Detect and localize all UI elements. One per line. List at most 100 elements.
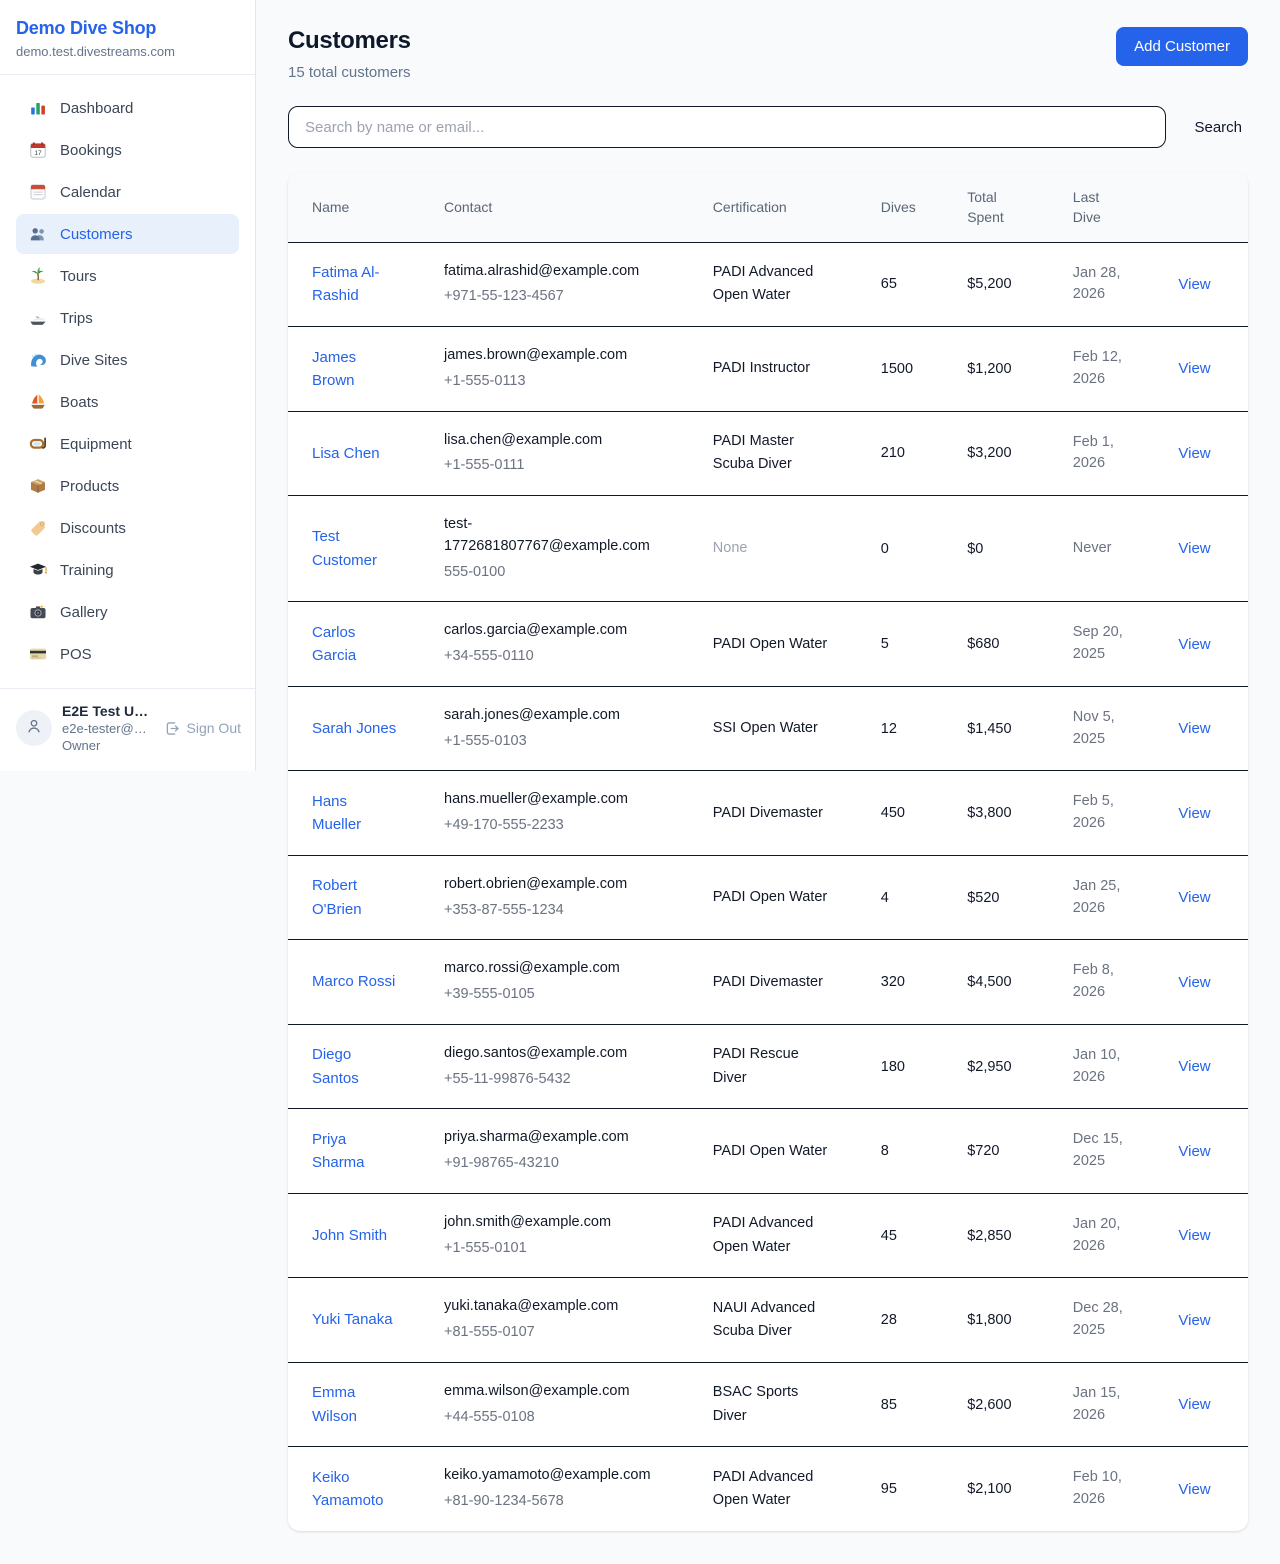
- sidebar-item-calendar[interactable]: Calendar: [16, 172, 239, 212]
- customer-last-dive: Feb 1, 2026: [1073, 432, 1143, 476]
- sidebar-item-label: Discounts: [60, 520, 126, 537]
- customer-certification: PADI Advanced Open Water: [713, 1466, 833, 1512]
- view-customer-link[interactable]: View: [1178, 889, 1210, 906]
- customer-name-link[interactable]: Marco Rossi: [312, 970, 395, 993]
- sidebar-item-boats[interactable]: Boats: [16, 382, 239, 422]
- customer-name-link[interactable]: John Smith: [312, 1224, 387, 1247]
- sidebar-item-bookings[interactable]: 17Bookings: [16, 130, 239, 170]
- view-customer-link[interactable]: View: [1178, 1143, 1210, 1160]
- sidebar-item-discounts[interactable]: Discounts: [16, 508, 239, 548]
- bookings-icon: 17: [28, 140, 48, 160]
- view-customer-link[interactable]: View: [1178, 540, 1210, 557]
- customer-total-spent: $680: [955, 602, 1061, 687]
- customer-name-link[interactable]: James Brown: [312, 346, 398, 393]
- customer-phone: +55-11-99876-5432: [444, 1069, 689, 1091]
- customer-certification: NAUI Advanced Scuba Diver: [713, 1297, 833, 1343]
- customer-dives: 450: [869, 771, 955, 856]
- view-customer-link[interactable]: View: [1178, 1227, 1210, 1244]
- view-customer-link[interactable]: View: [1178, 445, 1210, 462]
- customer-name-link[interactable]: Hans Mueller: [312, 790, 398, 837]
- products-icon: [28, 476, 48, 496]
- customer-total-spent: $0: [955, 496, 1061, 602]
- customer-email: diego.santos@example.com: [444, 1043, 659, 1065]
- customer-dives: 45: [869, 1193, 955, 1278]
- customer-name-link[interactable]: Robert O'Brien: [312, 874, 398, 921]
- sidebar-item-label: Customers: [60, 226, 133, 243]
- sidebar-item-pos[interactable]: POS: [16, 634, 239, 674]
- table-row: Test Customertest-1772681807767@example.…: [288, 496, 1248, 602]
- customer-name-link[interactable]: Carlos Garcia: [312, 621, 398, 668]
- customer-total-spent: $3,200: [955, 411, 1061, 496]
- view-customer-link[interactable]: View: [1178, 1481, 1210, 1498]
- customer-phone: +971-55-123-4567: [444, 286, 689, 308]
- view-customer-link[interactable]: View: [1178, 1312, 1210, 1329]
- customer-phone: +81-555-0107: [444, 1322, 689, 1344]
- customer-certification: PADI Divemaster: [713, 802, 833, 825]
- customer-name-link[interactable]: Fatima Al-Rashid: [312, 261, 398, 308]
- boats-icon: [28, 392, 48, 412]
- add-customer-button[interactable]: Add Customer: [1116, 27, 1248, 66]
- sidebar-item-training[interactable]: Training: [16, 550, 239, 590]
- customer-last-dive: Feb 12, 2026: [1073, 347, 1143, 391]
- customer-phone: +44-555-0108: [444, 1407, 689, 1429]
- sidebar-item-dive-sites[interactable]: Dive Sites: [16, 340, 239, 380]
- customer-total-spent: $2,600: [955, 1362, 1061, 1447]
- view-customer-link[interactable]: View: [1178, 360, 1210, 377]
- sidebar-item-customers[interactable]: Customers: [16, 214, 239, 254]
- user-name: E2E Test U…: [62, 703, 154, 719]
- customer-last-dive: Jan 25, 2026: [1073, 876, 1143, 920]
- customer-total-spent: $720: [955, 1109, 1061, 1194]
- view-customer-link[interactable]: View: [1178, 636, 1210, 653]
- customer-name-link[interactable]: Keiko Yamamoto: [312, 1466, 398, 1513]
- view-customer-link[interactable]: View: [1178, 1058, 1210, 1075]
- customer-last-dive: Jan 28, 2026: [1073, 263, 1143, 307]
- customer-name-link[interactable]: Sarah Jones: [312, 717, 396, 740]
- table-row: Diego Santos diego.santos@example.com +55-…: [288, 1024, 1248, 1109]
- calendar-icon: [28, 182, 48, 202]
- view-customer-link[interactable]: View: [1178, 720, 1210, 737]
- customer-dives: 1500: [869, 327, 955, 412]
- search-button[interactable]: Search: [1188, 111, 1248, 144]
- customer-dives: 8: [869, 1109, 955, 1194]
- customer-name-link[interactable]: Diego Santos: [312, 1043, 398, 1090]
- customer-name-link[interactable]: Emma Wilson: [312, 1381, 398, 1428]
- customer-name-link[interactable]: Priya Sharma: [312, 1128, 398, 1175]
- customer-phone: +91-98765-43210: [444, 1153, 689, 1175]
- sidebar: Demo Dive Shop demo.test.divestreams.com…: [0, 0, 256, 771]
- sidebar-item-dashboard[interactable]: Dashboard: [16, 88, 239, 128]
- customer-name-link[interactable]: Test Customer: [312, 525, 398, 572]
- sidebar-item-label: Equipment: [60, 436, 132, 453]
- view-customer-link[interactable]: View: [1178, 974, 1210, 991]
- customers-table-body: Fatima Al-Rashidfatima.alrashid@example.…: [288, 242, 1248, 1531]
- sidebar-item-trips[interactable]: Trips: [16, 298, 239, 338]
- search-bar: Search: [288, 106, 1248, 148]
- sidebar-item-gallery[interactable]: Gallery: [16, 592, 239, 632]
- sidebar-item-equipment[interactable]: Equipment: [16, 424, 239, 464]
- sidebar-item-products[interactable]: Products: [16, 466, 239, 506]
- sign-out-button[interactable]: Sign Out: [164, 720, 241, 737]
- customer-name-link[interactable]: Yuki Tanaka: [312, 1308, 393, 1331]
- customer-email: marco.rossi@example.com: [444, 958, 659, 980]
- customer-certification: PADI Rescue Diver: [713, 1043, 833, 1089]
- column-header-total-spent: Total Spent: [955, 173, 1061, 242]
- sidebar-item-tours[interactable]: Tours: [16, 256, 239, 296]
- customer-name-link[interactable]: Lisa Chen: [312, 442, 380, 465]
- dive-sites-icon: [28, 350, 48, 370]
- user-info: E2E Test U… e2e-tester@… Owner: [62, 703, 154, 753]
- customer-last-dive: Jan 20, 2026: [1073, 1214, 1143, 1258]
- customer-total-spent: $1,800: [955, 1278, 1061, 1363]
- trips-icon: [28, 308, 48, 328]
- app: Demo Dive Shop demo.test.divestreams.com…: [0, 0, 1280, 1564]
- customer-certification: None: [713, 537, 833, 560]
- table-row: John Smithjohn.smith@example.com+1-555-0…: [288, 1193, 1248, 1278]
- table-header-row: NameContactCertificationDivesTotal Spent…: [288, 173, 1248, 242]
- customer-email: emma.wilson@example.com: [444, 1381, 659, 1403]
- view-customer-link[interactable]: View: [1178, 276, 1210, 293]
- view-customer-link[interactable]: View: [1178, 805, 1210, 822]
- view-customer-link[interactable]: View: [1178, 1396, 1210, 1413]
- search-input[interactable]: [288, 106, 1166, 148]
- table-row: Marco Rossimarco.rossi@example.com+39-55…: [288, 940, 1248, 1025]
- column-header-certification: Certification: [701, 173, 869, 242]
- page-title-block: Customers 15 total customers: [288, 27, 411, 81]
- customer-dives: 180: [869, 1024, 955, 1109]
